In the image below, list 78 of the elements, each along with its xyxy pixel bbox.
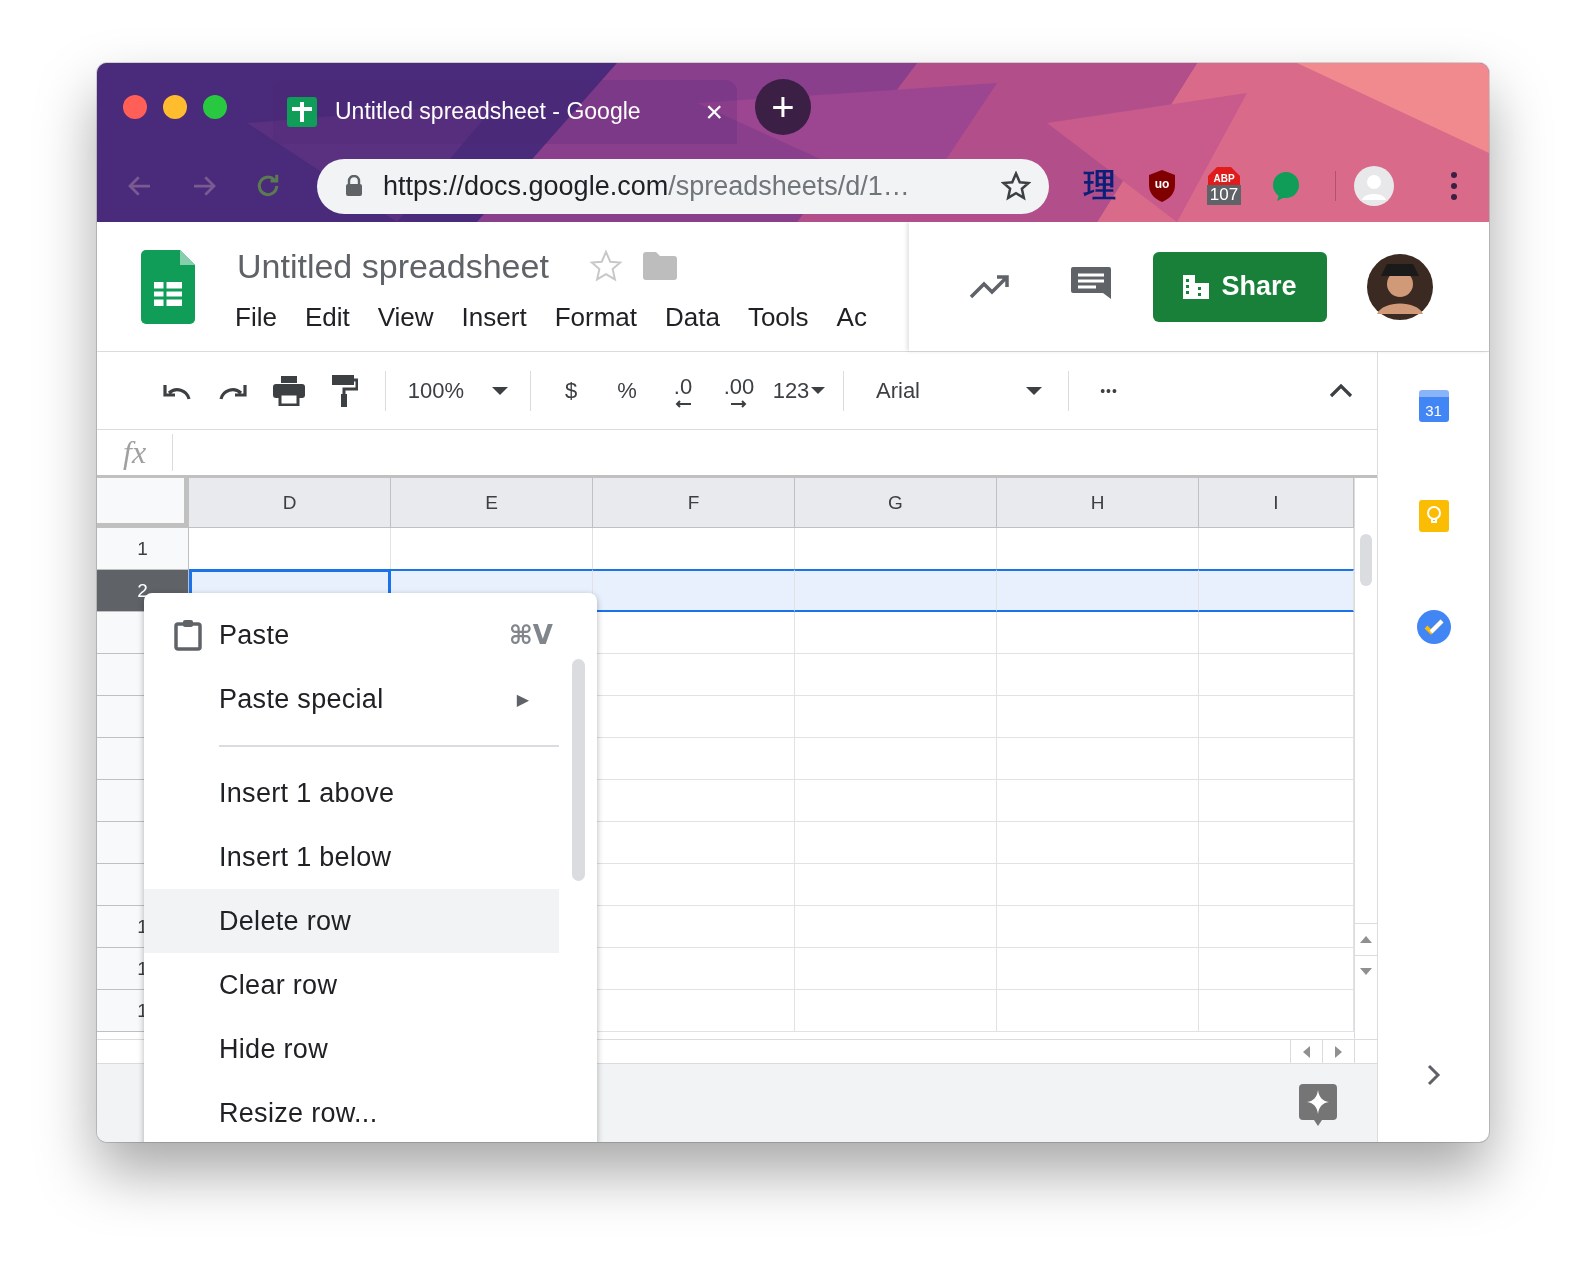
- menu-item[interactable]: Insert 1 above: [144, 761, 559, 825]
- menu-item[interactable]: Tools: [747, 302, 809, 333]
- caret-icon: [811, 387, 826, 394]
- folder-icon[interactable]: [642, 252, 677, 280]
- select-all-corner[interactable]: [97, 478, 189, 528]
- column-header[interactable]: E: [391, 478, 593, 528]
- paint-roller-icon: [332, 374, 358, 407]
- menu-item[interactable]: Insert: [461, 302, 527, 333]
- collapse-icon[interactable]: [1329, 383, 1353, 398]
- up-triangle-icon: [1360, 936, 1372, 943]
- column-header[interactable]: G: [795, 478, 997, 528]
- explore-button[interactable]: [1299, 1084, 1337, 1126]
- sheets-icon: [287, 96, 317, 127]
- table-cell[interactable]: [593, 569, 795, 612]
- calendar-icon[interactable]: 31: [1418, 390, 1449, 422]
- right-arrow-icon: [731, 399, 747, 408]
- scrollbar-thumb[interactable]: [1360, 534, 1372, 586]
- menu-item[interactable]: Format: [554, 302, 637, 333]
- decrease-decimals-button[interactable]: .0: [655, 373, 711, 408]
- submenu-arrow: ▶: [516, 689, 529, 709]
- currency-button[interactable]: $: [543, 377, 599, 404]
- extension-badge: 107: [1206, 185, 1242, 205]
- chevron-right-icon[interactable]: [1426, 1064, 1441, 1086]
- column-header[interactable]: I: [1199, 478, 1354, 528]
- column-header[interactable]: D: [189, 478, 391, 528]
- profile-icon[interactable]: [1354, 166, 1394, 206]
- bookmark-star-icon[interactable]: [1001, 171, 1031, 201]
- address-bar[interactable]: https://docs.google.com/spreadsheets/d/1…: [317, 158, 1049, 214]
- menu-item[interactable]: Edit: [304, 302, 350, 333]
- extension-label: ABP: [1213, 173, 1235, 184]
- menu-item[interactable]: View: [377, 302, 434, 333]
- menu-item[interactable]: Data: [665, 302, 720, 333]
- increase-decimals-button[interactable]: .00: [711, 373, 767, 408]
- table-cell[interactable]: [997, 569, 1199, 612]
- caret-icon: [1026, 386, 1042, 395]
- more-button[interactable]: •••: [1081, 382, 1137, 399]
- right-triangle-icon: [1335, 1045, 1342, 1058]
- menu-scrollbar-thumb[interactable]: [572, 659, 585, 881]
- column-header[interactable]: H: [997, 478, 1199, 528]
- menu-icon[interactable]: [1450, 171, 1458, 201]
- share-button[interactable]: Share: [1153, 251, 1327, 322]
- document-title[interactable]: Untitled spreadsheet: [237, 246, 549, 286]
- tab-title: Untitled spreadsheet - Google: [335, 98, 642, 125]
- chat-bubble-icon[interactable]: [1271, 171, 1301, 201]
- printer-icon: [273, 375, 305, 406]
- url-text: https://docs.google.com/spreadsheets/d/1…: [383, 170, 911, 202]
- function-label: fx: [123, 434, 174, 471]
- sheets-logo-icon: [141, 250, 195, 324]
- trend-icon[interactable]: [969, 272, 1011, 301]
- number-format-dropdown[interactable]: 123: [767, 377, 831, 404]
- clipboard-icon: [174, 619, 202, 651]
- calendar-day: 31: [1425, 400, 1442, 422]
- lock-icon: [345, 175, 363, 197]
- caret-icon: [492, 386, 509, 395]
- menu-item[interactable]: Insert 1 below: [144, 825, 559, 889]
- avatar[interactable]: [1367, 253, 1433, 320]
- table-cell[interactable]: [1199, 569, 1354, 612]
- shortcut-text: ⌘V: [508, 620, 553, 650]
- shield-icon[interactable]: uo: [1147, 169, 1177, 203]
- column-header[interactable]: F: [593, 478, 795, 528]
- star-icon[interactable]: [588, 249, 623, 283]
- tasks-icon[interactable]: [1416, 610, 1451, 644]
- close-tab-button[interactable]: ×: [705, 94, 723, 129]
- building-icon: [1183, 274, 1210, 299]
- left-triangle-icon: [1303, 1045, 1310, 1058]
- menu-item[interactable]: File: [235, 302, 277, 333]
- left-arrow-icon: [675, 399, 691, 408]
- percent-button[interactable]: %: [599, 377, 655, 404]
- lightbulb-icon[interactable]: [1418, 500, 1449, 532]
- menu-item[interactable]: Paste special ▶: [144, 667, 559, 731]
- font-dropdown[interactable]: Arial: [856, 377, 1056, 404]
- zoom-dropdown[interactable]: 100%: [398, 377, 518, 404]
- table-cell[interactable]: [795, 569, 997, 612]
- extension-label: uo: [1154, 177, 1170, 191]
- row-header[interactable]: 1: [97, 528, 189, 570]
- menu-item[interactable]: Delete row: [144, 889, 559, 953]
- down-triangle-icon: [1360, 968, 1372, 975]
- menu-item[interactable]: Ac: [836, 302, 867, 333]
